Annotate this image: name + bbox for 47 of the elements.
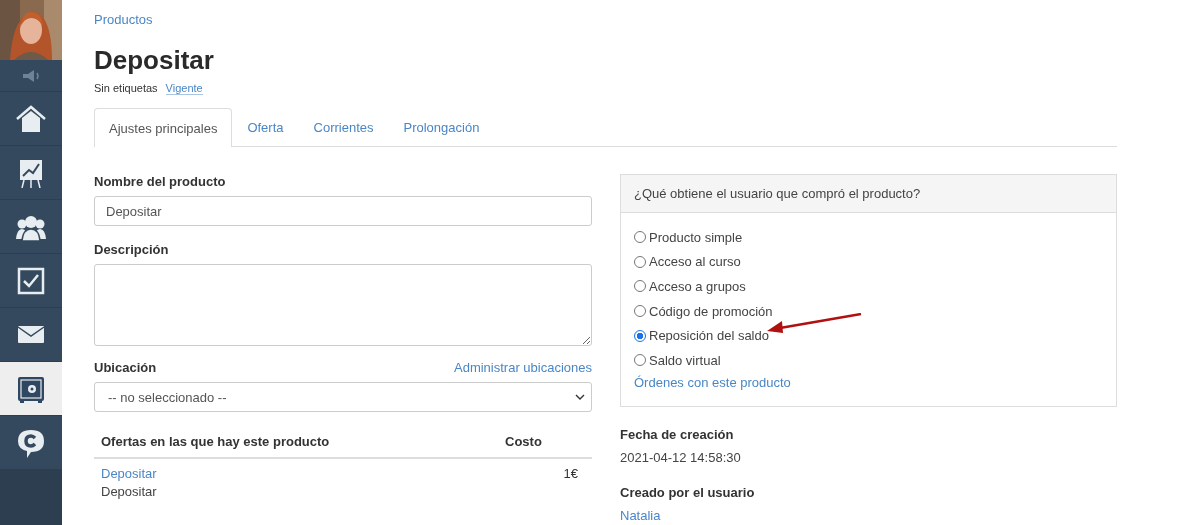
sidebar-item[interactable] — [0, 254, 62, 308]
sidebar-item[interactable] — [0, 362, 62, 416]
offer-name: Depositar — [101, 484, 157, 499]
radio-button[interactable] — [634, 329, 646, 342]
chart-easel-icon — [17, 157, 45, 188]
page-title: Depositar — [94, 45, 215, 76]
column-header: Ofertas en las que hay este producto — [101, 434, 331, 449]
option-label: Reposición del saldo — [649, 328, 769, 344]
sidebar-item[interactable] — [0, 308, 62, 362]
breadcrumb-link[interactable]: Productos — [94, 12, 153, 27]
description-field[interactable] — [94, 264, 592, 346]
offer-link[interactable]: Depositar — [101, 466, 157, 481]
tab[interactable]: Corrientes — [298, 108, 389, 146]
user-link[interactable]: Natalia — [620, 507, 1117, 523]
meta-value: 2021-04-12 14:58:30 — [620, 449, 742, 465]
sidebar-item[interactable] — [0, 416, 62, 470]
sidebar-item[interactable] — [0, 146, 62, 200]
safe-icon — [16, 374, 46, 403]
option-label: Producto simple — [649, 229, 743, 245]
option-label: Código de promoción — [649, 303, 773, 319]
chat-icon — [16, 427, 46, 458]
option-label: Saldo virtual — [649, 352, 721, 368]
status-link[interactable]: Vigente — [165, 82, 203, 95]
panel-title: ¿Qué obtiene el usuario que compró el producto? — [621, 175, 1116, 213]
meta-label: Creado por el usuario — [620, 484, 756, 500]
field-label: Ubicación — [94, 360, 157, 375]
option-label: Acceso a grupos — [649, 279, 746, 294]
orders-link[interactable]: Órdenes con este producto — [634, 374, 791, 390]
sidebar-item[interactable] — [0, 92, 62, 146]
sidebar-item[interactable] — [0, 200, 62, 254]
caret-icon — [575, 394, 585, 400]
tab[interactable]: Oferta — [232, 108, 299, 146]
tab[interactable]: Prolongación — [388, 108, 495, 146]
tab[interactable]: Ajustes principales — [94, 108, 233, 147]
field-label: Nombre del producto — [94, 174, 227, 189]
meta-label: Fecha de creación — [620, 426, 735, 442]
envelope-icon — [17, 323, 45, 346]
column-header: Costo — [505, 434, 543, 449]
house-icon — [15, 103, 47, 134]
table-cell-text: 1€ — [563, 466, 579, 483]
field-label: Descripción — [94, 242, 170, 257]
option-label: Acceso al curso — [649, 254, 741, 270]
name-field[interactable]: Depositar — [94, 196, 592, 226]
tags-label: Sin etiquetas — [94, 82, 158, 94]
checkbox-icon — [17, 266, 45, 295]
manage-locations-link[interactable]: Administrar ubicaciones — [454, 360, 592, 375]
location-dropdown[interactable]: -- no seleccionado -- — [94, 382, 592, 412]
